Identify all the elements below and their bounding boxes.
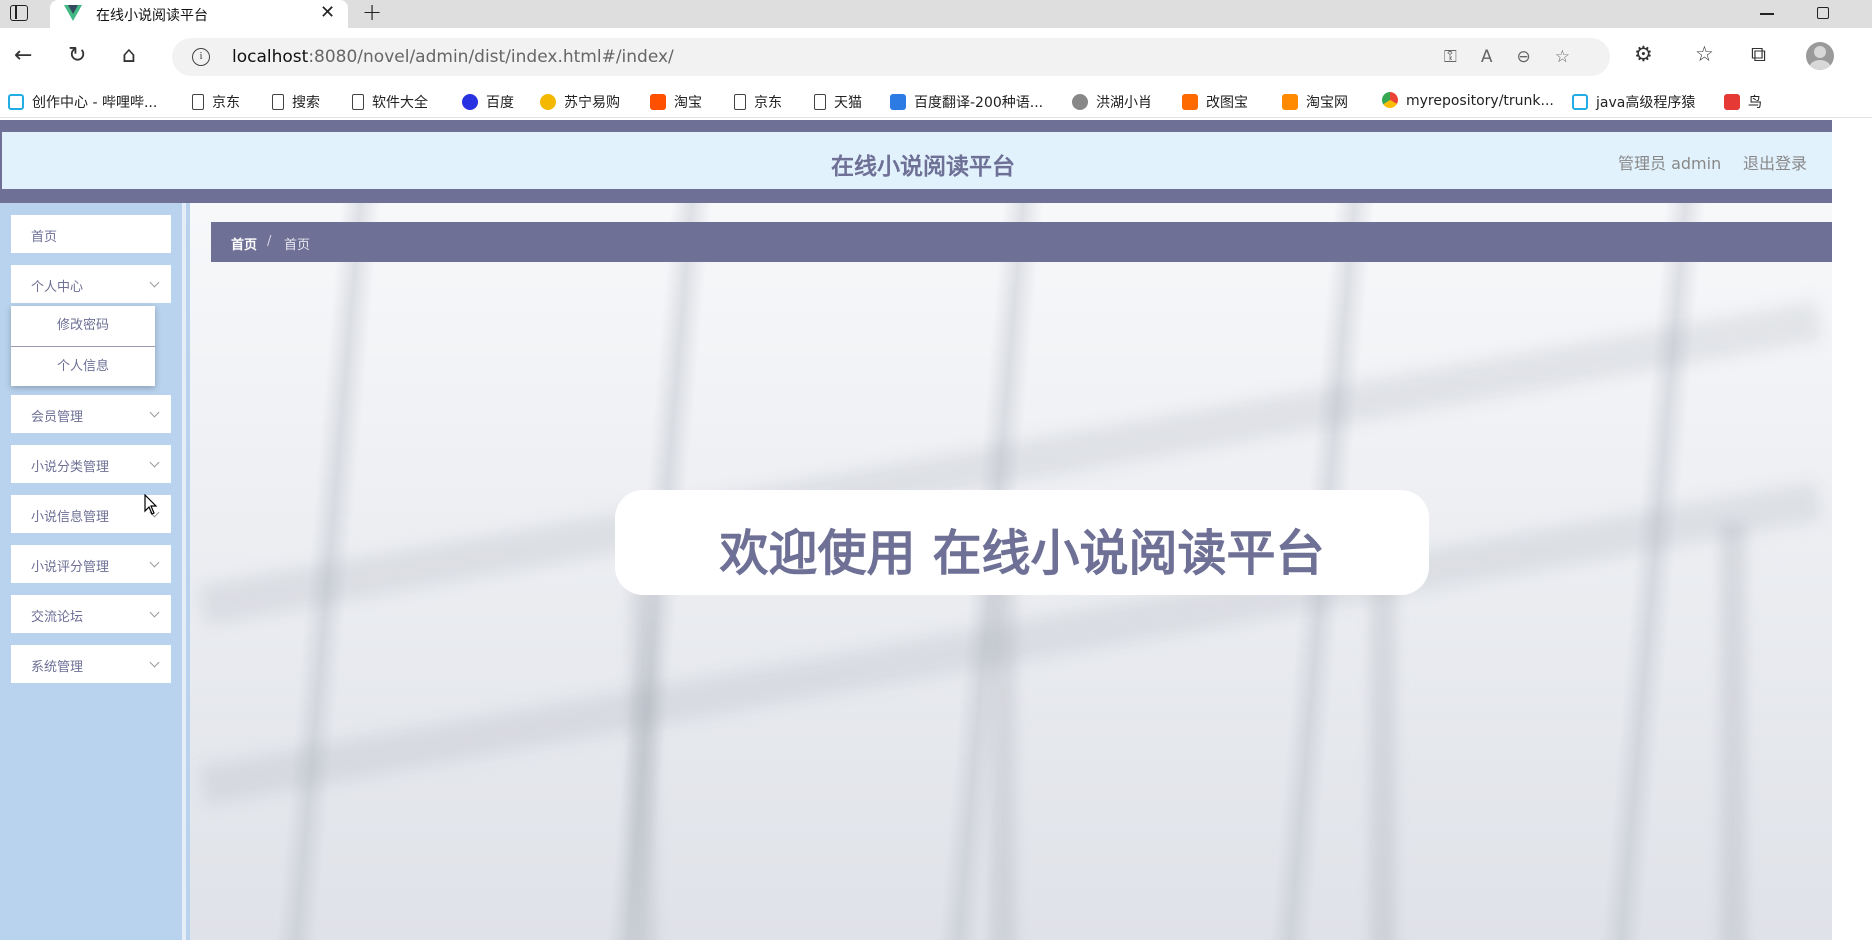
page-icon xyxy=(734,94,746,110)
bookmark-item[interactable]: 洪湖小肖 xyxy=(1072,92,1152,112)
bookmark-item[interactable]: 苏宁易购 xyxy=(540,92,620,112)
chevron-down-icon xyxy=(149,607,160,618)
sidebar: 首页 个人中心 修改密码 个人信息 会员管理 小说分类管理 小说信息管理 小说评… xyxy=(0,203,186,940)
sidebar-item-novel-category[interactable]: 小说分类管理 xyxy=(11,445,171,483)
new-tab-icon[interactable]: + xyxy=(362,0,382,26)
sidebar-item-label: 系统管理 xyxy=(31,660,84,675)
breadcrumb: 首页 / 首页 xyxy=(211,222,1832,262)
address-url[interactable]: localhost:8080/novel/admin/dist/index.ht… xyxy=(232,47,674,67)
main-content: 首页 / 首页 欢迎使用 在线小说阅读平台 xyxy=(190,203,1832,940)
profile-avatar[interactable] xyxy=(1806,42,1834,70)
bookmark-item[interactable]: 京东 xyxy=(734,92,782,112)
bookmark-item[interactable]: 改图宝 xyxy=(1182,92,1248,112)
bookmark-item[interactable]: 百度翻译-200种语... xyxy=(890,92,1043,112)
back-icon[interactable]: ← xyxy=(14,42,32,70)
address-bar-icons[interactable]: ⚿A⊖☆ xyxy=(1444,47,1594,67)
sidebar-item-label: 小说分类管理 xyxy=(31,460,110,475)
taobao-icon xyxy=(650,94,666,110)
sidebar-item-label: 个人中心 xyxy=(31,280,84,295)
browser-tab[interactable]: 在线小说阅读平台 ✕ xyxy=(50,0,348,28)
bookmark-item[interactable]: myrepository/trunk... xyxy=(1382,92,1554,109)
bird-icon xyxy=(1072,94,1088,110)
breadcrumb-item-home[interactable]: 首页 xyxy=(231,234,257,253)
background-blur xyxy=(1720,523,1746,940)
gaitubao-icon xyxy=(1182,94,1198,110)
scrollbar[interactable] xyxy=(1832,120,1852,940)
bookmark-item[interactable]: 百度 xyxy=(462,92,514,112)
sidebar-item-forum[interactable]: 交流论坛 xyxy=(11,595,171,633)
address-bar[interactable]: i localhost:8080/novel/admin/dist/index.… xyxy=(172,38,1610,76)
zoom-out-icon: ⊖ xyxy=(1516,47,1555,67)
vue-favicon-icon xyxy=(64,5,82,21)
chevron-down-icon xyxy=(149,277,160,288)
breadcrumb-separator: / xyxy=(267,234,272,249)
extensions-icon[interactable]: ⚙ xyxy=(1634,42,1653,66)
chevron-down-icon xyxy=(149,557,160,568)
collections-icon[interactable]: ⧉ xyxy=(1751,42,1766,67)
welcome-text: 欢迎使用 在线小说阅读平台 xyxy=(719,525,1325,582)
bookmark-item[interactable]: 京东 xyxy=(192,92,240,112)
bilibili-icon xyxy=(1572,94,1588,110)
bird-red-icon xyxy=(1724,94,1740,110)
app-title: 在线小说阅读平台 xyxy=(831,154,1015,180)
app-header: 在线小说阅读平台 管理员 admin 退出登录 xyxy=(0,120,1852,203)
logout-button[interactable]: 退出登录 xyxy=(1743,150,1807,174)
favorite-add-icon: ☆ xyxy=(1554,47,1594,67)
window-minimize-icon[interactable] xyxy=(1760,13,1774,15)
sidebar-item-label: 交流论坛 xyxy=(31,610,84,625)
baidu-translate-icon xyxy=(890,94,906,110)
browser-toolbar: ← ↻ ⌂ i localhost:8080/novel/admin/dist/… xyxy=(0,28,1872,86)
page-icon xyxy=(272,94,284,110)
suning-icon xyxy=(540,94,556,110)
favorites-icon[interactable]: ☆ xyxy=(1695,42,1714,66)
header-panel: 在线小说阅读平台 管理员 admin 退出登录 xyxy=(2,132,1844,189)
bookmark-item[interactable]: 创作中心 - 哔哩哔... xyxy=(8,92,157,112)
sidebar-item-personal-center[interactable]: 个人中心 xyxy=(11,265,171,303)
sidebar-item-label: 小说评分管理 xyxy=(31,560,110,575)
chevron-down-icon xyxy=(149,457,160,468)
page-icon xyxy=(352,94,364,110)
page-icon xyxy=(192,94,204,110)
welcome-card: 欢迎使用 在线小说阅读平台 xyxy=(615,490,1429,595)
read-aloud-icon: A xyxy=(1480,47,1517,67)
admin-label: 管理员 admin xyxy=(1618,154,1722,173)
bookmark-item[interactable]: 搜索 xyxy=(272,92,320,112)
app-root: 在线小说阅读平台 管理员 admin 退出登录 首页 个人中心 修改密码 个人信… xyxy=(0,120,1852,940)
bookmark-item[interactable]: 鸟 xyxy=(1724,92,1762,112)
bookmark-item[interactable]: 软件大全 xyxy=(352,92,428,112)
key-icon: ⚿ xyxy=(1443,47,1481,67)
site-info-icon[interactable]: i xyxy=(192,48,210,66)
bookmarks-bar: 创作中心 - 哔哩哔... 京东 搜索 软件大全 百度 苏宁易购 淘宝 京东 天… xyxy=(0,86,1872,118)
tab-close-icon[interactable]: ✕ xyxy=(320,2,335,23)
bilibili-icon xyxy=(8,94,24,110)
personal-center-submenu: 修改密码 个人信息 xyxy=(11,306,155,386)
submenu-item-change-password[interactable]: 修改密码 xyxy=(11,306,155,346)
browser-tab-bar: 在线小说阅读平台 ✕ + xyxy=(0,0,1872,28)
tab-actions-icon[interactable] xyxy=(10,5,28,21)
bookmark-item[interactable]: 淘宝网 xyxy=(1282,92,1348,112)
page-icon xyxy=(814,94,826,110)
sidebar-item-system-management[interactable]: 系统管理 xyxy=(11,645,171,683)
breadcrumb-item-current: 首页 xyxy=(284,238,311,253)
chevron-down-icon xyxy=(149,407,160,418)
chevron-down-icon xyxy=(149,657,160,668)
sidebar-item-label: 小说信息管理 xyxy=(31,510,110,525)
sidebar-item-member-management[interactable]: 会员管理 xyxy=(11,395,171,433)
sidebar-item-novel-rating[interactable]: 小说评分管理 xyxy=(11,545,171,583)
submenu-item-personal-info[interactable]: 个人信息 xyxy=(11,346,155,386)
bookmark-item[interactable]: 天猫 xyxy=(814,92,862,112)
taobao-icon xyxy=(1282,94,1298,110)
sidebar-item-home[interactable]: 首页 xyxy=(11,215,171,253)
home-icon[interactable]: ⌂ xyxy=(122,42,136,70)
sidebar-item-label: 首页 xyxy=(31,230,58,245)
bookmark-item[interactable]: java高级程序猿 xyxy=(1572,92,1695,112)
baidu-icon xyxy=(462,94,478,110)
refresh-icon[interactable]: ↻ xyxy=(68,42,86,70)
tab-title: 在线小说阅读平台 xyxy=(96,8,208,24)
bookmark-item[interactable]: 淘宝 xyxy=(650,92,702,112)
sidebar-item-label: 会员管理 xyxy=(31,410,84,425)
window-restore-icon[interactable] xyxy=(1817,7,1829,19)
chrome-icon xyxy=(1382,92,1398,108)
